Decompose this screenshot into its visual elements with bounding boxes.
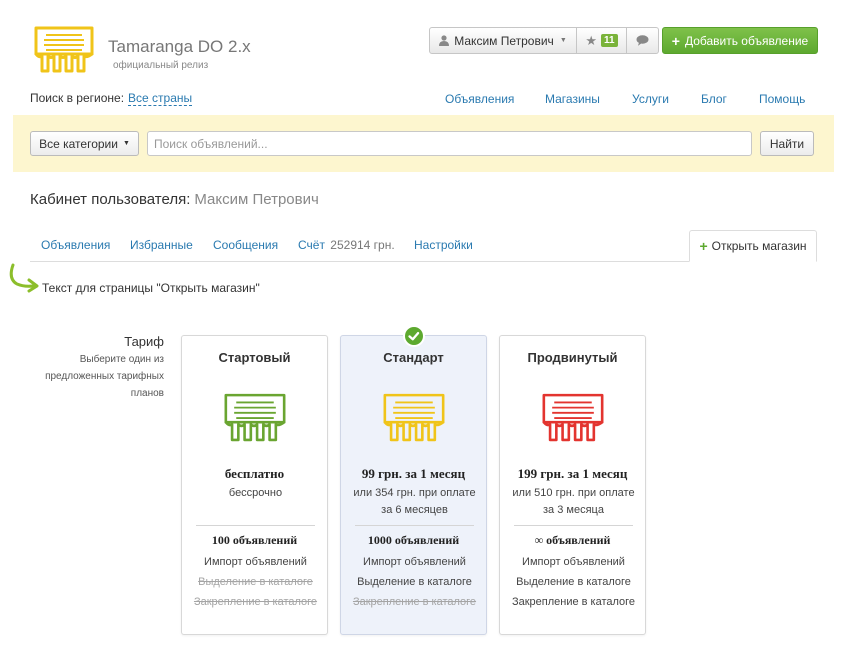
tab-messages[interactable]: Сообщения — [213, 238, 278, 252]
messages-button[interactable] — [627, 27, 659, 54]
chevron-down-icon: ▼ — [559, 37, 567, 44]
nav-listings[interactable]: Объявления — [445, 92, 514, 106]
plan-listings: 1000 объявлений — [367, 533, 460, 547]
curved-arrow-icon — [9, 263, 39, 293]
plan-period: или 354 грн. при оплате за 6 месяцев — [353, 487, 476, 516]
region-link[interactable]: Все страны — [128, 91, 193, 106]
plan-divider — [514, 525, 633, 526]
checkmark-icon — [403, 325, 425, 347]
plan-period: или 510 грн. при оплате за 3 месяца — [512, 487, 635, 516]
region-label: Поиск в регионе: — [30, 91, 125, 105]
tab-open-shop[interactable]: + Открыть магазин — [689, 230, 817, 262]
site-title: Tamaranga DO 2.x — [108, 37, 251, 56]
plus-icon: + — [699, 238, 708, 254]
category-label: Все категории — [39, 136, 118, 151]
category-dropdown[interactable]: Все категории ▼ — [30, 131, 139, 156]
search-bar: Все категории ▼ Найти — [13, 115, 834, 172]
brush-plan-icon — [224, 393, 286, 442]
plan-name: Стартовый — [218, 350, 291, 365]
speech-bubble-icon — [636, 35, 649, 46]
plan-feature: Выделение в каталоге — [357, 576, 472, 588]
nav-blog[interactable]: Блог — [701, 92, 727, 106]
star-icon: ★ — [585, 32, 598, 48]
brush-plan-icon — [383, 393, 445, 442]
search-input[interactable] — [147, 131, 752, 156]
plan-name: Стандарт — [383, 350, 444, 365]
nav-help[interactable]: Помощь — [759, 92, 805, 106]
tab-settings[interactable]: Настройки — [414, 238, 473, 252]
plan-feature: Закрепление в каталоге — [511, 596, 636, 608]
plan-price: 99 грн. за 1 месяц — [361, 466, 466, 481]
plan-feature: Закрепление в каталоге — [193, 596, 318, 608]
tab-account[interactable]: Счёт 252914 грн. — [298, 238, 395, 252]
plan-price: 199 грн. за 1 месяц — [517, 466, 628, 481]
open-shop-label: Открыть магазин — [711, 239, 807, 253]
plan-card-advanced[interactable]: Продвинутый 199 грн. за 1 месяц или 510 … — [499, 335, 646, 635]
tab-listings[interactable]: Объявления — [41, 238, 110, 252]
plan-name: Продвинутый — [527, 350, 618, 365]
plan-divider — [196, 525, 315, 526]
tab-account-label: Счёт — [298, 238, 325, 252]
plan-period: бессрочно — [228, 487, 283, 499]
tariff-description: Выберите один из предложенных тарифных п… — [45, 354, 164, 399]
page-title: Кабинет пользователя: Максим Петрович — [30, 191, 319, 208]
plan-feature: Импорт объявлений — [522, 556, 625, 568]
user-button-group: Максим Петрович ▼ ★ 11 — [429, 27, 659, 54]
brush-plan-icon — [542, 393, 604, 442]
plan-divider — [355, 525, 474, 526]
nav-services[interactable]: Услуги — [632, 92, 669, 106]
favorites-count-badge: 11 — [601, 34, 618, 47]
site-subtitle: официальный релиз — [113, 60, 209, 71]
add-listing-button[interactable]: + Добавить объявление — [662, 27, 818, 54]
plan-feature: Импорт объявлений — [204, 556, 307, 568]
plan-listings: ∞ объявлений — [534, 533, 611, 547]
region-selector: Поиск в регионе: Все страны — [30, 91, 193, 106]
account-balance: 252914 грн. — [330, 238, 395, 252]
page-description: Текст для страницы "Открыть магазин" — [42, 281, 260, 295]
chevron-down-icon: ▼ — [122, 140, 130, 147]
plus-icon: + — [671, 32, 680, 49]
page-title-user: Максим Петрович — [194, 191, 319, 208]
plan-card-starter[interactable]: Стартовый бесплатно бессрочно 100 объявл… — [181, 335, 328, 635]
plan-feature: Импорт объявлений — [363, 556, 466, 568]
tab-favorites[interactable]: Избранные — [130, 238, 193, 252]
add-listing-label: Добавить объявление — [684, 33, 809, 48]
search-button[interactable]: Найти — [760, 131, 814, 156]
plan-card-standard[interactable]: Стандарт 99 грн. за 1 месяц или 354 грн.… — [340, 335, 487, 635]
favorites-button[interactable]: ★ 11 — [577, 27, 627, 54]
user-menu-button[interactable]: Максим Петрович ▼ — [429, 27, 577, 54]
user-icon — [439, 35, 450, 46]
tariff-title: Тариф — [124, 334, 164, 349]
plan-feature: Закрепление в каталоге — [352, 596, 477, 608]
nav-shops[interactable]: Магазины — [545, 92, 600, 106]
plan-feature: Выделение в каталоге — [198, 576, 313, 588]
plan-feature: Выделение в каталоге — [516, 576, 631, 588]
plan-price: бесплатно — [224, 466, 285, 481]
user-name: Максим Петрович — [454, 33, 554, 48]
plan-listings: 100 объявлений — [211, 533, 298, 547]
page-title-label: Кабинет пользователя: — [30, 191, 191, 208]
brush-logo-icon — [34, 26, 94, 73]
